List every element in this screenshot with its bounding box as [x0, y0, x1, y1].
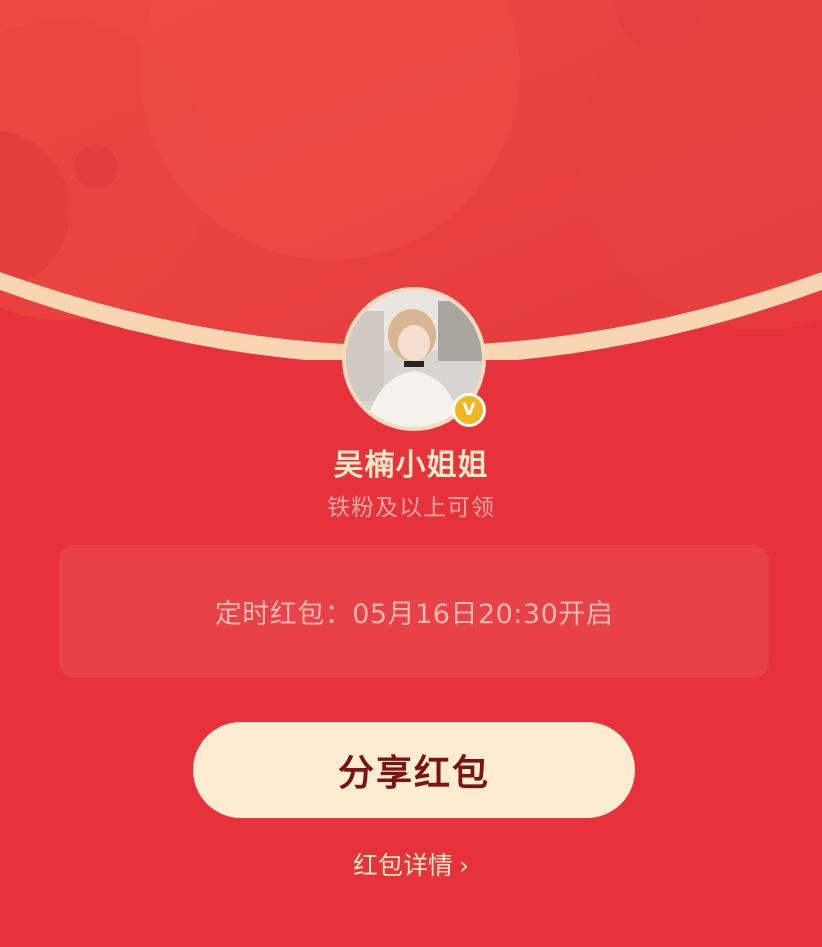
sender-name: 吴楠小姐姐	[333, 448, 489, 483]
details-label: 红包详情	[352, 851, 453, 880]
share-red-packet-button[interactable]: 分享红包	[193, 722, 635, 818]
timer-panel: 定时红包：05月16日20:30开启	[59, 545, 769, 678]
timer-text: 定时红包：05月16日20:30开启	[214, 599, 614, 630]
chevron-right-icon: ›	[459, 851, 469, 880]
verified-badge-icon: V	[452, 393, 486, 427]
eligibility-text: 铁粉及以上可领	[327, 495, 495, 521]
share-button-label: 分享红包	[337, 753, 490, 794]
red-packet-details-link[interactable]: 红包详情 ›	[0, 846, 822, 882]
